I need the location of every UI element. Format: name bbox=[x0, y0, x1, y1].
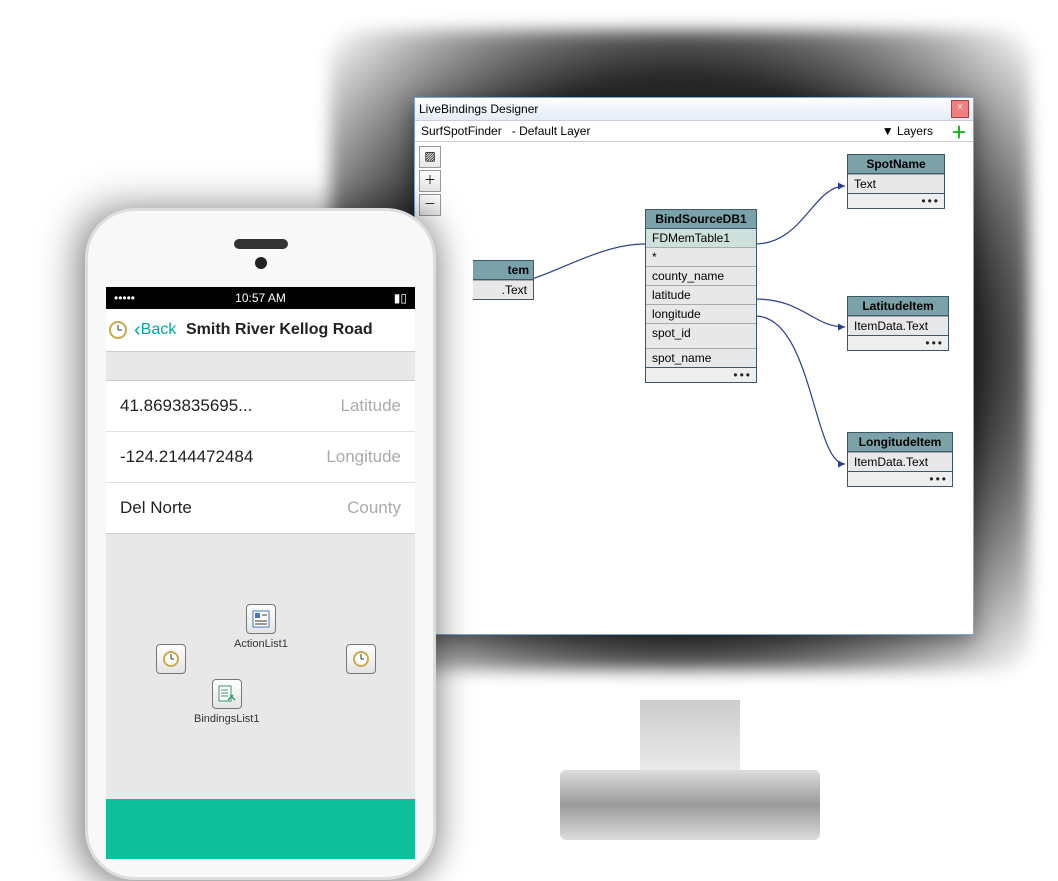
clock-icon bbox=[108, 320, 128, 340]
component-label: BindingsList1 bbox=[194, 713, 259, 725]
node-expand-handle[interactable]: ••• bbox=[848, 335, 948, 350]
back-label: Back bbox=[141, 321, 177, 339]
context-name: SurfSpotFinder bbox=[421, 124, 502, 138]
iphone-speaker bbox=[234, 239, 288, 249]
row-label: Latitude bbox=[341, 396, 402, 416]
node-expand-handle[interactable]: ••• bbox=[646, 367, 756, 382]
node-longitude[interactable]: LongitudeItem ItemData.Text ••• bbox=[847, 432, 953, 487]
node-field[interactable]: * bbox=[646, 247, 756, 266]
node-field[interactable]: FDMemTable1 bbox=[646, 229, 756, 247]
node-latitude[interactable]: LatitudeItem ItemData.Text ••• bbox=[847, 296, 949, 351]
bottom-action-bar[interactable] bbox=[106, 799, 415, 859]
node-title: LatitudeItem bbox=[848, 297, 948, 316]
statusbar-time: 10:57 AM bbox=[106, 291, 415, 305]
node-title: BindSourceDB1 bbox=[646, 210, 756, 229]
row-label: Longitude bbox=[326, 447, 401, 467]
node-field[interactable]: spot_id bbox=[646, 323, 756, 342]
component-label: ActionList1 bbox=[234, 638, 288, 650]
node-field[interactable]: ItemData.Text bbox=[848, 452, 952, 471]
page-title: Smith River Kellog Road bbox=[186, 321, 405, 339]
node-bindsource[interactable]: BindSourceDB1 FDMemTable1 * county_name … bbox=[645, 209, 757, 383]
node-spotname[interactable]: SpotName Text ••• bbox=[847, 154, 945, 209]
ios-body: 41.8693835695... Latitude -124.214447248… bbox=[106, 380, 415, 794]
window-titlebar[interactable]: LiveBindings Designer × bbox=[415, 98, 973, 121]
toolbar-zoom-in-button[interactable]: ＋ bbox=[419, 170, 441, 192]
list-item[interactable]: Del Norte County bbox=[106, 483, 415, 533]
node-field[interactable]: .Text bbox=[473, 280, 533, 299]
node-title: SpotName bbox=[848, 155, 944, 174]
back-button[interactable]: ‹ Back bbox=[134, 319, 176, 342]
clock-icon bbox=[346, 644, 376, 674]
node-field[interactable]: ItemData.Text bbox=[848, 316, 948, 335]
node-field[interactable]: Text bbox=[848, 174, 944, 193]
node-field[interactable]: spot_name bbox=[646, 348, 756, 367]
node-expand-handle[interactable]: ••• bbox=[848, 193, 944, 208]
node-field[interactable]: county_name bbox=[646, 266, 756, 285]
toolbar-grid-button[interactable]: ▨ bbox=[419, 146, 441, 168]
row-value: 41.8693835695... bbox=[120, 396, 252, 416]
layers-label: Layers bbox=[897, 124, 933, 138]
designer-context: SurfSpotFinder - Default Layer bbox=[421, 124, 590, 138]
list-item[interactable]: -124.2144472484 Longitude bbox=[106, 432, 415, 483]
node-field[interactable]: latitude bbox=[646, 285, 756, 304]
layers-dropdown[interactable]: ▼ Layers bbox=[882, 124, 933, 138]
timer-component[interactable] bbox=[346, 644, 376, 678]
actionlist-component[interactable]: ActionList1 bbox=[234, 604, 288, 650]
desktop-monitor-stand bbox=[560, 770, 820, 840]
close-icon[interactable]: × bbox=[951, 100, 969, 118]
row-value: -124.2144472484 bbox=[120, 447, 253, 467]
iphone-screen: ••••• 10:57 AM ▮▯ ‹ Back Smith River Kel… bbox=[106, 287, 415, 859]
list-item[interactable]: 41.8693835695... Latitude bbox=[106, 381, 415, 432]
node-partial[interactable]: tem .Text bbox=[473, 260, 534, 300]
clock-icon bbox=[156, 644, 186, 674]
node-title: LongitudeItem bbox=[848, 433, 952, 452]
node-expand-handle[interactable]: ••• bbox=[848, 471, 952, 486]
iphone-camera bbox=[255, 257, 267, 269]
bindingslist-icon bbox=[212, 679, 242, 709]
bindingslist-component[interactable]: BindingsList1 bbox=[194, 679, 259, 725]
iphone-frame: ••••• 10:57 AM ▮▯ ‹ Back Smith River Kel… bbox=[85, 208, 436, 880]
chevron-left-icon: ‹ bbox=[134, 319, 141, 342]
row-value: Del Norte bbox=[120, 498, 192, 518]
form-design-surface[interactable]: ActionList1 BindingsList1 bbox=[106, 534, 415, 794]
add-layer-button[interactable]: ＋ bbox=[951, 119, 967, 143]
designer-subbar: SurfSpotFinder - Default Layer ▼ Layers … bbox=[415, 121, 973, 142]
detail-list: 41.8693835695... Latitude -124.214447248… bbox=[106, 380, 415, 534]
designer-toolbar: ▨ ＋ － bbox=[419, 146, 439, 216]
actionlist-icon bbox=[246, 604, 276, 634]
livebindings-designer-window: LiveBindings Designer × SurfSpotFinder -… bbox=[414, 97, 974, 635]
gesture-manager-component[interactable] bbox=[156, 644, 186, 678]
row-label: County bbox=[347, 498, 401, 518]
layer-name: - Default Layer bbox=[512, 124, 591, 138]
ios-statusbar: ••••• 10:57 AM ▮▯ bbox=[106, 287, 415, 309]
node-field[interactable]: longitude bbox=[646, 304, 756, 323]
node-title: tem bbox=[473, 261, 533, 280]
desktop-monitor-neck bbox=[640, 700, 740, 780]
designer-canvas[interactable]: tem .Text BindSourceDB1 FDMemTable1 * co… bbox=[443, 144, 969, 630]
window-title: LiveBindings Designer bbox=[419, 102, 538, 116]
ios-navbar: ‹ Back Smith River Kellog Road bbox=[106, 309, 415, 352]
